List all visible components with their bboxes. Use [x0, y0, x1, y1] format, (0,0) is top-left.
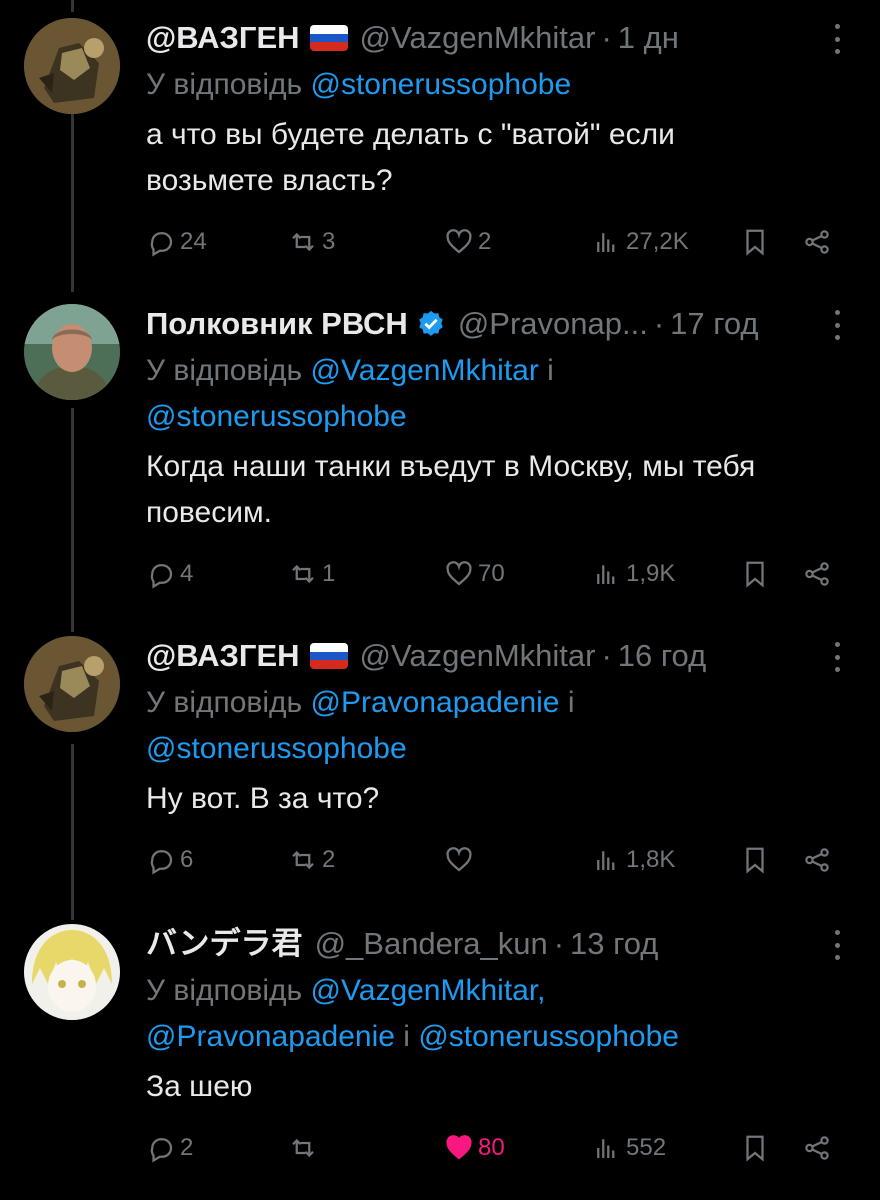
- action-bar: 4 1 70 1,9K: [146, 554, 846, 594]
- retweet-button[interactable]: 1: [288, 554, 335, 594]
- more-icon[interactable]: [832, 930, 842, 960]
- thread-line: [71, 408, 74, 632]
- views-button[interactable]: 1,9K: [592, 554, 675, 594]
- author-name[interactable]: @ВАЗГЕН: [146, 18, 300, 58]
- reply-icon: [150, 1138, 173, 1163]
- retweet-icon: [292, 232, 314, 252]
- like-button[interactable]: 70: [444, 554, 505, 594]
- replying-to: У відповідь @Pravonapadenie і @stonerusso…: [146, 686, 575, 765]
- share-button[interactable]: [802, 840, 832, 880]
- thread-line: [71, 0, 74, 12]
- reply-button[interactable]: 4: [146, 554, 193, 594]
- author-handle[interactable]: @_Bandera_kun: [315, 924, 548, 964]
- replying-to: У відповідь @VazgenMkhitar, @Pravonapaden…: [146, 974, 679, 1053]
- mention-link[interactable]: @Pravonapadenie: [311, 686, 560, 719]
- author-handle[interactable]: @VazgenMkhitar: [360, 18, 596, 58]
- tweet-text: а что вы будете делать с "ватой" если во…: [146, 118, 675, 197]
- verified-icon: [416, 309, 446, 339]
- like-icon: [446, 229, 472, 254]
- thread-line: [71, 744, 74, 920]
- action-bar: 6 2 1,8K: [146, 840, 846, 880]
- retweet-button[interactable]: 2: [288, 840, 335, 880]
- retweet-icon: [292, 850, 314, 870]
- bookmark-button[interactable]: [740, 1128, 770, 1168]
- avatar[interactable]: [24, 304, 120, 400]
- author-handle[interactable]: @VazgenMkhitar: [360, 636, 596, 676]
- share-icon: [805, 1136, 829, 1160]
- share-button[interactable]: [802, 554, 832, 594]
- share-button[interactable]: [802, 222, 832, 262]
- share-icon: [805, 848, 829, 872]
- reply-button[interactable]: 2: [146, 1128, 193, 1168]
- author-name[interactable]: バンデラ君: [146, 924, 303, 964]
- like-icon: [446, 847, 472, 872]
- timestamp[interactable]: 17 год: [670, 304, 758, 344]
- thread-line: [71, 112, 74, 292]
- avatar[interactable]: [24, 18, 120, 114]
- like-button[interactable]: 2: [444, 222, 491, 262]
- tweet-text: Когда наши танки въедут в Москву, мы теб…: [146, 450, 756, 529]
- timestamp[interactable]: 13 год: [570, 924, 658, 964]
- tweet-text: Ну вот. В за что?: [146, 782, 380, 815]
- mention-link[interactable]: @VazgenMkhitar: [311, 354, 539, 387]
- reply-button[interactable]: 6: [146, 840, 193, 880]
- retweet-button[interactable]: 3: [288, 222, 335, 262]
- russia-flag-icon: [309, 25, 348, 51]
- share-button[interactable]: [802, 1128, 832, 1168]
- bookmark-icon: [746, 847, 764, 874]
- views-icon: [597, 565, 615, 584]
- mention-link[interactable]: @stonerussophobe: [418, 1020, 679, 1053]
- bookmark-icon: [746, 561, 764, 588]
- views-icon: [597, 851, 615, 870]
- like-button[interactable]: 80: [444, 1128, 505, 1168]
- avatar[interactable]: [24, 636, 120, 732]
- more-icon[interactable]: [832, 24, 842, 54]
- author-name[interactable]: Полковник РВСН: [146, 304, 408, 344]
- action-bar: 2 80 552: [146, 1128, 846, 1168]
- reply-icon: [150, 564, 173, 589]
- reply-button[interactable]: 24: [146, 222, 207, 262]
- retweet-icon: [292, 564, 314, 584]
- mention-link[interactable]: @stonerussophobe: [146, 400, 407, 433]
- replying-to: У відповідь @VazgenMkhitar і @stonerussop…: [146, 354, 554, 433]
- like-icon: [446, 1135, 472, 1160]
- reply-icon: [150, 232, 173, 257]
- author-handle[interactable]: @Pravonap...: [458, 304, 648, 344]
- more-icon[interactable]: [832, 642, 842, 672]
- like-icon: [446, 561, 472, 586]
- timestamp[interactable]: 1 дн: [618, 18, 679, 58]
- more-icon[interactable]: [832, 310, 842, 340]
- reply-icon: [150, 850, 173, 875]
- avatar[interactable]: [24, 924, 120, 1020]
- bookmark-button[interactable]: [740, 222, 770, 262]
- mention-link[interactable]: @VazgenMkhitar,: [311, 974, 546, 1007]
- bookmark-button[interactable]: [740, 554, 770, 594]
- views-button[interactable]: 552: [592, 1128, 666, 1168]
- views-icon: [597, 233, 615, 252]
- bookmark-icon: [746, 1135, 764, 1162]
- action-bar: 24 3 2 27,2K: [146, 222, 846, 262]
- like-button[interactable]: [444, 840, 478, 880]
- views-button[interactable]: 27,2K: [592, 222, 689, 262]
- share-icon: [805, 562, 829, 586]
- share-icon: [805, 230, 829, 254]
- replying-to: У відповідь @stonerussophobe: [146, 68, 572, 101]
- bookmark-button[interactable]: [740, 840, 770, 880]
- views-button[interactable]: 1,8K: [592, 840, 675, 880]
- author-name[interactable]: @ВАЗГЕН: [146, 636, 300, 676]
- mention-link[interactable]: @Pravonapadenie: [146, 1020, 395, 1053]
- timestamp[interactable]: 16 год: [618, 636, 706, 676]
- bookmark-icon: [746, 229, 764, 256]
- retweet-button[interactable]: [288, 1128, 322, 1168]
- tweet-text: За шею: [146, 1070, 253, 1103]
- mention-link[interactable]: @stonerussophobe: [146, 732, 407, 765]
- mention-link[interactable]: @stonerussophobe: [311, 68, 572, 101]
- russia-flag-icon: [309, 643, 348, 669]
- views-icon: [597, 1139, 615, 1158]
- retweet-icon: [292, 1138, 314, 1158]
